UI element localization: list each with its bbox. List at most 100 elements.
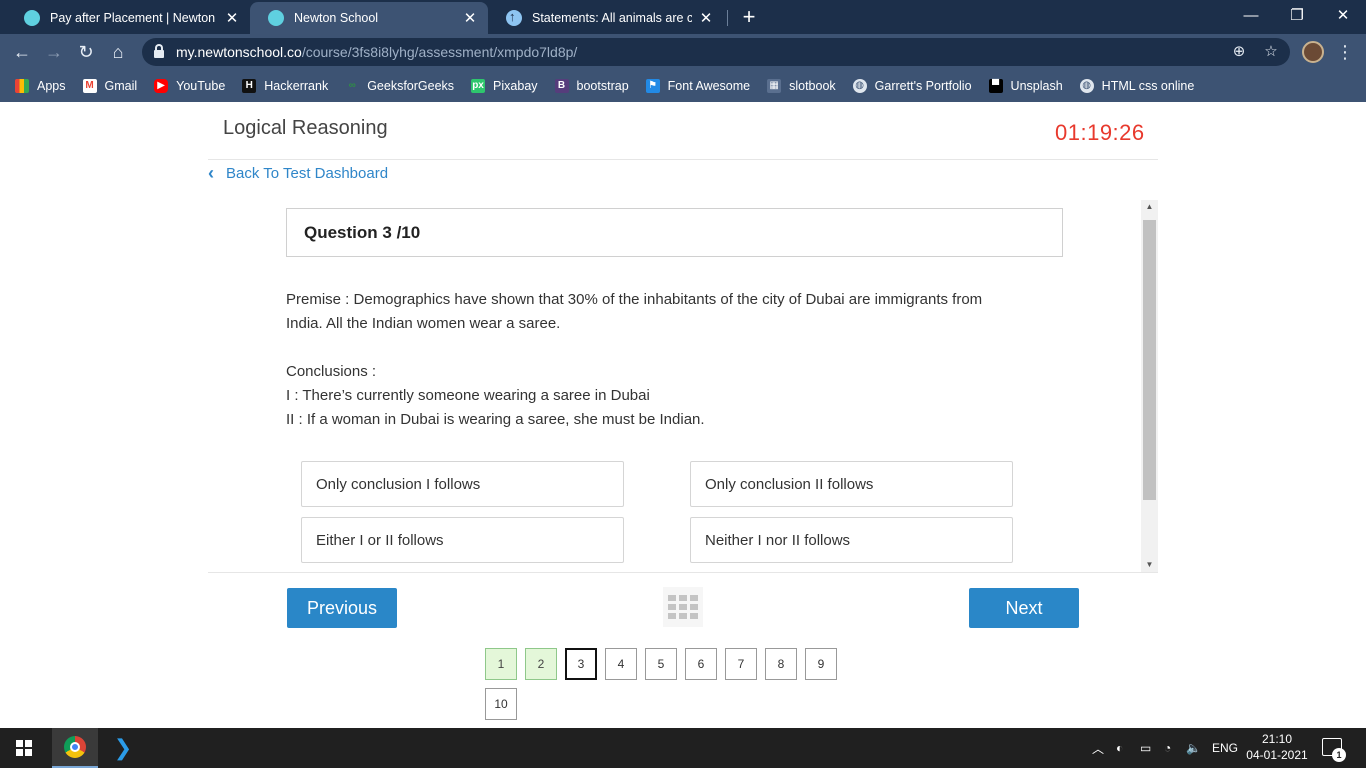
scroll-up-icon[interactable]: ▲	[1141, 200, 1158, 214]
vscode-icon: ❯	[113, 735, 133, 760]
previous-button[interactable]: Previous	[287, 588, 397, 628]
hackerrank-icon: H	[242, 79, 257, 93]
bookmark-pixabay[interactable]: px Pixabay	[471, 79, 538, 93]
question-page-button[interactable]: 3	[565, 648, 597, 680]
back-arrow-icon[interactable]: ←	[10, 40, 34, 64]
bookmark-bootstrap[interactable]: B bootstrap	[554, 79, 629, 93]
question-page-button[interactable]: 8	[765, 648, 797, 680]
scroll-down-icon[interactable]: ▼	[1141, 558, 1158, 572]
battery-icon[interactable]: ▭	[1140, 728, 1151, 768]
tab-title: Pay after Placement | Newton Sc	[50, 11, 218, 25]
windows-logo-icon	[16, 740, 32, 756]
divider	[208, 572, 1158, 573]
tab-title: Newton School	[294, 11, 379, 25]
windows-taskbar: ❯ ︿ ◐ ▭ ◔ 🔈 ENG 21:10 04-01-2021 1	[0, 728, 1366, 768]
conclusions-label: Conclusions :	[286, 363, 377, 380]
scrollbar[interactable]: ▲ ▼	[1141, 200, 1158, 572]
bookmark-label: Font Awesome	[667, 79, 751, 93]
scrollbar-thumb[interactable]	[1143, 220, 1156, 500]
clock-time: 21:10	[1261, 732, 1293, 746]
close-tab-icon[interactable]: ✕	[224, 9, 240, 27]
tab-pay-after-placement[interactable]: Pay after Placement | Newton Sc ✕	[6, 2, 250, 34]
bookmark-unsplash[interactable]: ▀ Unsplash	[988, 79, 1063, 93]
bookmark-apps[interactable]: Apps	[15, 79, 66, 93]
wifi-icon[interactable]: ◔	[1164, 728, 1171, 768]
tab-statements[interactable]: Statements: All animals are cats. S ✕	[488, 2, 724, 34]
option-2[interactable]: Only conclusion II follows	[690, 461, 1013, 507]
option-4[interactable]: Neither I nor II follows	[690, 517, 1013, 563]
next-button[interactable]: Next	[969, 588, 1079, 628]
question-page-button[interactable]: 6	[685, 648, 717, 680]
globe-icon: ◍	[1079, 79, 1094, 93]
option-1[interactable]: Only conclusion I follows	[301, 461, 624, 507]
back-link-label: Back To Test Dashboard	[226, 165, 389, 182]
conclusion-line: II : If a woman in Dubai is wearing a sa…	[286, 411, 705, 428]
tab-newton-school[interactable]: Newton School ✕	[250, 2, 488, 34]
bookmark-label: Pixabay	[493, 79, 538, 93]
address-bar[interactable]: my.newtonschool.co/course/3fs8i8lyhg/ass…	[142, 38, 1290, 66]
geeksforgeeks-icon: ∞	[348, 80, 356, 91]
divider	[208, 159, 1158, 160]
bootstrap-icon: B	[554, 79, 569, 93]
page-title: Logical Reasoning	[223, 117, 388, 139]
close-tab-icon[interactable]: ✕	[698, 9, 714, 27]
system-clock[interactable]: 21:10 04-01-2021	[1244, 731, 1310, 763]
globe-icon: ◍	[852, 79, 867, 93]
bookmark-geeksforgeeks[interactable]: ∞ GeeksforGeeks	[345, 79, 454, 93]
newton-school-favicon-icon	[24, 10, 40, 26]
reload-icon[interactable]: ↻	[74, 40, 98, 64]
option-3[interactable]: Either I or II follows	[301, 517, 624, 563]
volume-icon[interactable]: 🔈	[1186, 728, 1201, 768]
home-icon[interactable]: ⌂	[106, 40, 130, 64]
profile-avatar[interactable]	[1302, 41, 1324, 63]
start-button[interactable]	[0, 728, 48, 768]
font-awesome-icon: ⚑	[645, 79, 660, 93]
close-tab-icon[interactable]: ✕	[462, 9, 478, 27]
notification-badge: 1	[1332, 748, 1346, 762]
question-page-button[interactable]: 10	[485, 688, 517, 720]
show-hidden-icons-icon[interactable]: ︿	[1092, 728, 1104, 768]
taskbar-vscode[interactable]: ❯	[100, 728, 146, 768]
question-page-button[interactable]: 1	[485, 648, 517, 680]
bookmark-font-awesome[interactable]: ⚑ Font Awesome	[645, 79, 751, 93]
bookmark-slotbook[interactable]: ▦ slotbook	[767, 79, 836, 93]
bookmark-label: bootstrap	[576, 79, 629, 93]
menu-kebab-icon[interactable]: ⋮	[1336, 40, 1354, 64]
weather-icon[interactable]: ◐	[1116, 728, 1123, 768]
taskbar-chrome[interactable]	[52, 728, 98, 768]
bookmark-html-css-online[interactable]: ◍ HTML css online	[1079, 79, 1194, 93]
browser-tab-strip: Pay after Placement | Newton Sc ✕ Newton…	[0, 0, 1366, 34]
question-panel: Question 3 /10 Premise : Demographics ha…	[208, 200, 1158, 572]
bookmark-label: Apps	[37, 79, 66, 93]
apps-grid-icon	[15, 79, 29, 93]
language-indicator[interactable]: ENG	[1212, 728, 1238, 768]
bookmark-hackerrank[interactable]: H Hackerrank	[242, 79, 328, 93]
question-page-button[interactable]: 5	[645, 648, 677, 680]
question-page-button[interactable]: 9	[805, 648, 837, 680]
bookmark-gmail[interactable]: M Gmail	[82, 79, 138, 93]
maximize-button[interactable]: ❐	[1274, 4, 1320, 28]
bookmark-garretts-portfolio[interactable]: ◍ Garrett's Portfolio	[852, 79, 972, 93]
tab-title: Statements: All animals are cats. S	[532, 11, 692, 25]
install-app-icon[interactable]: ⊕	[1230, 43, 1248, 61]
question-page-button[interactable]: 4	[605, 648, 637, 680]
question-page-button[interactable]: 2	[525, 648, 557, 680]
bookmark-youtube[interactable]: ▶ YouTube	[154, 79, 225, 93]
bookmark-label: Unsplash	[1010, 79, 1063, 93]
minimize-button[interactable]: —	[1228, 4, 1274, 28]
bookmark-label: Gmail	[104, 79, 138, 93]
question-header: Question 3 /10	[286, 208, 1063, 257]
url-path: /course/3fs8i8lyhg/assessment/xmpdo7ld8p…	[301, 44, 578, 60]
forward-arrow-icon[interactable]: →	[42, 40, 66, 64]
bookmark-star-icon[interactable]: ☆	[1262, 43, 1280, 61]
question-body: Premise : Demographics have shown that 3…	[286, 288, 1056, 432]
back-to-dashboard-link[interactable]: ‹ Back To Test Dashboard	[208, 163, 388, 184]
bookmark-label: Hackerrank	[264, 79, 329, 93]
bookmarks-bar: Apps M Gmail ▶ YouTube H Hackerrank ∞ Ge…	[0, 70, 1366, 102]
question-grid-icon[interactable]	[663, 587, 703, 627]
new-tab-button[interactable]: +	[738, 4, 760, 30]
bookmark-label: GeeksforGeeks	[367, 79, 455, 93]
close-window-button[interactable]: ✕	[1320, 4, 1366, 28]
chrome-icon	[64, 736, 86, 758]
question-page-button[interactable]: 7	[725, 648, 757, 680]
